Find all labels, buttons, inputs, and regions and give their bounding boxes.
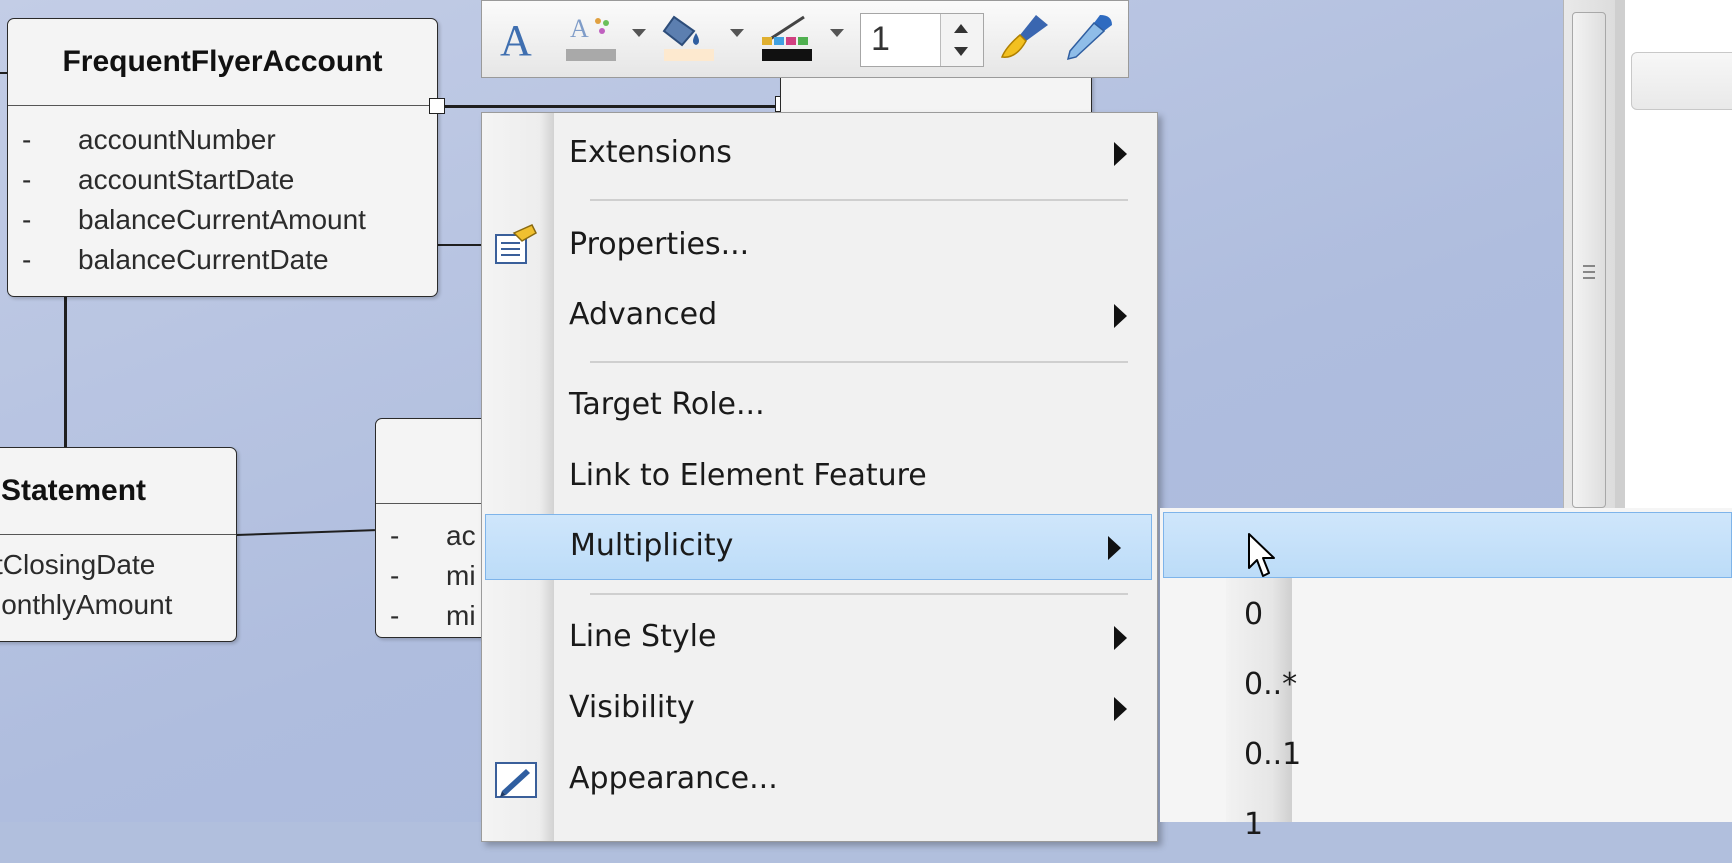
fill-color-dropdown-icon[interactable] [730,29,744,37]
menu-separator [590,593,1128,595]
menu-item-label: Extensions [569,135,732,170]
multiplicity-option[interactable]: 1 [1160,793,1732,863]
menu-separator [590,361,1128,363]
paint-brush-icon[interactable] [996,11,1052,63]
menu-item-label: Appearance... [569,761,778,796]
connector-line[interactable] [64,295,67,447]
right-panel [1563,0,1732,508]
attribute-row[interactable]: lonthlyAmount [0,585,236,625]
attribute-name: accountStartDate [78,164,295,195]
submenu-arrow-icon [1114,626,1127,650]
eyedropper-icon[interactable] [1062,11,1118,63]
line-color-icon[interactable] [758,11,814,63]
submenu-arrow-icon [1114,142,1127,166]
selection-handle[interactable] [429,98,445,114]
attribute-name: mi [446,560,476,591]
attribute-row[interactable]: - balanceCurrentDate [8,240,437,280]
menu-item-line-style[interactable]: Line Style [482,605,1157,671]
attribute-row[interactable]: - accountStartDate [8,160,437,200]
attribute-visibility: - [22,244,32,275]
menu-item-advanced[interactable]: Advanced [482,283,1157,349]
attribute-visibility: - [390,560,400,591]
attribute-name: balanceCurrentDate [78,244,329,275]
menu-item-properties[interactable]: Properties... [482,213,1157,279]
submenu-arrow-icon [1108,536,1121,560]
fill-color-icon[interactable] [660,11,716,63]
class-name: FrequentFlyerAccount [62,45,383,78]
menu-item-label: Multiplicity [570,528,734,563]
menu-item-label: Target Role... [569,387,765,422]
attribute-name: mi [446,600,476,631]
menu-item-target-role[interactable]: Target Role... [482,373,1157,439]
menu-item-extensions[interactable]: Extensions [482,121,1157,187]
attribute-name: tClosingDate [0,549,156,580]
attribute-name: accountNumber [78,124,276,155]
spin-up-icon[interactable] [941,16,981,40]
menu-item-label: 0..* [1244,667,1298,702]
line-width-stepper[interactable]: 1 [860,13,984,67]
menu-item-label: 1 [1244,807,1264,842]
attribute-visibility: - [22,204,32,235]
menu-item-label: Advanced [569,297,718,332]
svg-text:A: A [500,16,532,63]
multiplicity-option[interactable]: 0..1 [1160,723,1732,793]
attribute-row[interactable]: - accountNumber [8,120,437,160]
connector-line[interactable] [437,105,782,108]
uml-class-statement[interactable]: Statement tClosingDate lonthlyAmount [0,447,237,642]
format-toolbar: A A 1 [481,0,1129,78]
scroll-grip-icon [1583,265,1595,279]
menu-item-multiplicity[interactable]: Multiplicity [485,514,1152,580]
attribute-name: ac [446,520,476,551]
multiplicity-option[interactable]: 0..* [1160,653,1732,723]
submenu-arrow-icon [1114,697,1127,721]
attribute-name: lonthlyAmount [0,589,173,620]
class-name: Statement [1,474,147,507]
attribute-visibility: - [22,164,32,195]
connector-line[interactable] [235,529,375,536]
mouse-cursor-icon [1248,533,1275,577]
menu-item-label: Link to Element Feature [569,458,927,493]
menu-item-visibility[interactable]: Visibility [482,676,1157,742]
vertical-scrollbar[interactable] [1563,0,1616,508]
multiplicity-submenu: 0 0..* 0..1 1 [1160,508,1732,842]
submenu-arrow-icon [1114,304,1127,328]
menu-item-link-to-element-feature[interactable]: Link to Element Feature [482,444,1157,510]
appearance-icon [495,762,537,798]
menu-item-label: Line Style [569,619,717,654]
panel-field[interactable] [1631,52,1732,110]
multiplicity-option[interactable]: 0 [1160,583,1732,653]
attribute-row[interactable]: tClosingDate [0,545,236,585]
menu-item-label: 0 [1244,597,1264,632]
attribute-visibility: - [22,124,32,155]
attribute-row[interactable]: - balanceCurrentAmount [8,200,437,240]
scrollbar-thumb[interactable] [1572,12,1606,508]
properties-icon [495,224,537,264]
uml-class-frequent-flyer-account[interactable]: FrequentFlyerAccount - accountNumber - a… [7,18,438,297]
context-menu: Extensions Properties... Advanced Target… [481,112,1158,842]
menu-item-label: 0..1 [1244,737,1302,772]
menu-separator [590,199,1128,201]
attribute-name: balanceCurrentAmount [78,204,366,235]
font-color-dropdown-icon[interactable] [632,29,646,37]
attribute-visibility: - [390,520,400,551]
menu-item-appearance[interactable]: Appearance... [482,747,1157,813]
spin-down-icon[interactable] [941,40,981,64]
spinner[interactable] [940,14,983,66]
font-color-icon[interactable]: A [562,11,620,63]
connector-line[interactable] [437,244,482,246]
line-width-value: 1 [871,20,890,58]
line-color-dropdown-icon[interactable] [830,29,844,37]
attribute-visibility: - [390,600,400,631]
panel-splitter[interactable] [1615,0,1625,508]
menu-item-label: Visibility [569,690,695,725]
menu-item-label: Properties... [569,227,750,262]
svg-text:A: A [570,14,589,43]
font-icon[interactable]: A [494,11,544,63]
